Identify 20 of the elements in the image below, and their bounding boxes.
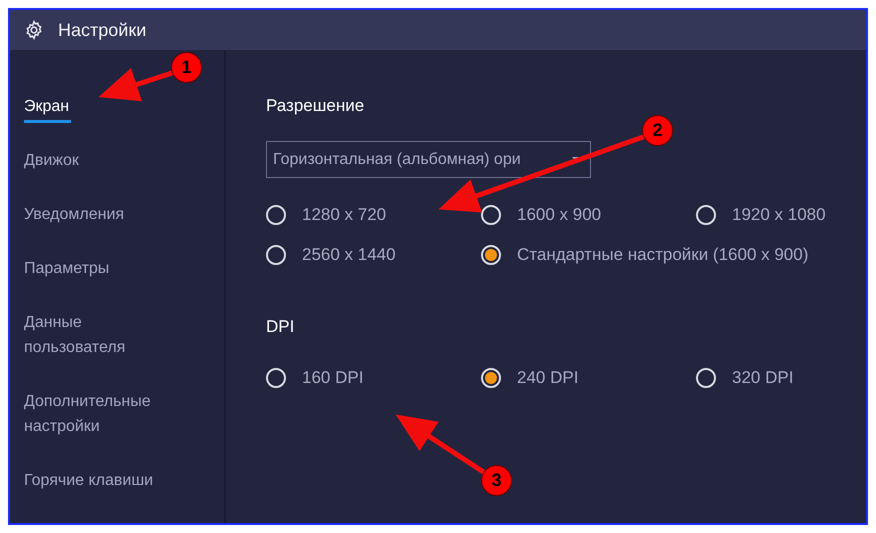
sidebar-item[interactable]: Уведомления <box>24 202 174 227</box>
sidebar-item[interactable]: Дополнительные настройки <box>24 389 174 439</box>
radio-option[interactable]: 1920 x 1080 <box>696 203 826 227</box>
section-heading: DPI <box>266 316 296 338</box>
settings-icon <box>24 20 44 40</box>
sidebar-item[interactable]: Данные пользователя <box>24 310 174 360</box>
sidebar-item[interactable]: Горячие клавиши <box>24 468 174 493</box>
orientation-dropdown[interactable]: Горизонтальная (альбомная) ори <box>266 141 591 178</box>
window-title: Настройки <box>58 18 146 42</box>
radio-option[interactable]: 240 DPI <box>481 366 578 390</box>
radio-option[interactable]: 320 DPI <box>696 366 794 390</box>
section-heading: Разрешение <box>266 95 366 117</box>
radio-option[interactable]: Стандартные настройки (1600 x 900) <box>481 243 808 267</box>
radio-option[interactable]: 1600 x 900 <box>481 203 602 227</box>
sidebar-item[interactable]: Экран <box>24 94 72 123</box>
radio-option[interactable]: 2560 x 1440 <box>266 243 396 267</box>
radio-option[interactable]: 160 DPI <box>266 366 364 390</box>
sidebar-item[interactable]: Движок <box>24 148 174 173</box>
radio-option[interactable]: 1280 x 720 <box>266 203 386 227</box>
sidebar-item[interactable]: Параметры <box>24 256 174 281</box>
